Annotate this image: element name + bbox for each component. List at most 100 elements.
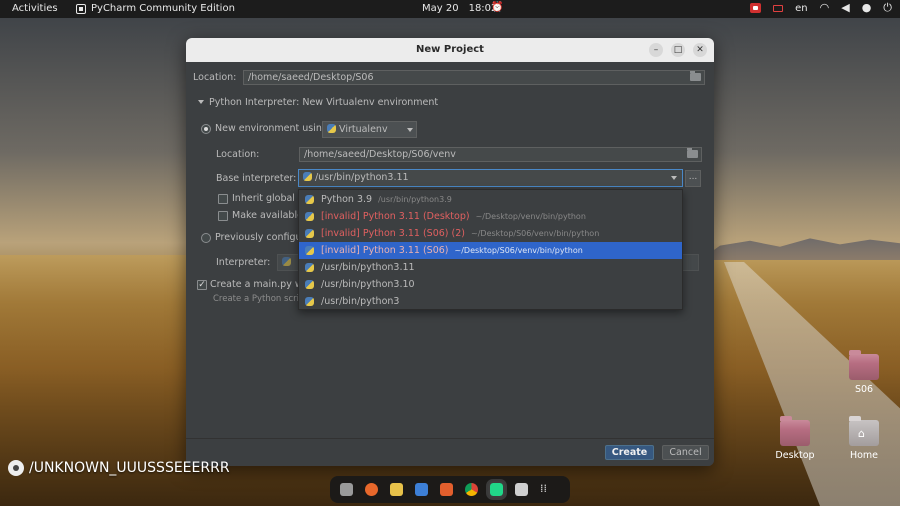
- venv-location-label: Location:: [216, 149, 260, 160]
- desktop-icon-label: S06: [854, 384, 874, 395]
- folder-icon: [780, 416, 810, 446]
- interpreter-option[interactable]: /usr/bin/python3.11: [299, 259, 682, 276]
- interpreter-label: Interpreter:: [216, 257, 271, 268]
- interpreter-option[interactable]: [invalid] Python 3.11 (Desktop) ~/Deskto…: [299, 208, 682, 225]
- interpreter-option[interactable]: Python 3.9 /usr/bin/python3.9: [299, 191, 682, 208]
- desktop-icon-home[interactable]: ⌂ Home: [834, 416, 894, 461]
- language-indicator[interactable]: en: [795, 3, 808, 14]
- close-button[interactable]: ✕: [693, 43, 707, 57]
- dialog-title: New Project: [416, 44, 484, 55]
- interpreter-option-selected[interactable]: [invalid] Python 3.11 (S06) ~/Desktop/S0…: [299, 242, 682, 259]
- create-main-label: Create a main.py we: [210, 279, 309, 290]
- inherit-packages-checkbox[interactable]: [218, 194, 228, 204]
- previously-configured-label: Previously configur: [215, 232, 306, 243]
- project-location-input[interactable]: /home/saeed/Desktop/S06: [243, 70, 705, 85]
- python-icon: [303, 172, 312, 181]
- camera-icon: [773, 4, 784, 12]
- desktop-icon-label: Home: [849, 450, 879, 461]
- make-available-checkbox[interactable]: [218, 211, 228, 221]
- chevron-down-icon: [407, 128, 413, 132]
- app-name: PyCharm Community Edition: [91, 3, 235, 14]
- clock-date: May 20: [422, 3, 459, 14]
- maximize-button[interactable]: □: [671, 43, 685, 57]
- trash-icon[interactable]: [515, 483, 528, 496]
- home-folder-icon: ⌂: [849, 416, 879, 446]
- film-reel-icon: [8, 460, 24, 476]
- chrome-icon[interactable]: [465, 483, 478, 496]
- interpreter-option-path: ~/Desktop/S06/venv/bin/python: [454, 246, 583, 255]
- wifi-icon: ◠: [819, 1, 830, 14]
- power-icon: ⏻: [883, 1, 892, 14]
- environment-tool-select[interactable]: Virtualenv: [322, 121, 417, 138]
- venv-location-input[interactable]: /home/saeed/Desktop/S06/venv: [299, 147, 702, 162]
- clock[interactable]: May 20 18:02: [422, 3, 497, 14]
- base-interpreter-label: Base interpreter:: [216, 173, 297, 184]
- desktop-icon-desktop[interactable]: Desktop: [765, 416, 825, 461]
- python-icon: [305, 263, 314, 272]
- software-store-icon[interactable]: [440, 483, 453, 496]
- interpreter-option-name: /usr/bin/python3.11: [321, 262, 415, 273]
- top-bar: Activities PyCharm Community Edition May…: [0, 0, 900, 18]
- minimize-button[interactable]: –: [649, 43, 663, 57]
- previously-configured-radio[interactable]: [201, 233, 211, 243]
- files-icon[interactable]: [340, 483, 353, 496]
- new-environment-label: New environment using: [215, 123, 328, 134]
- watermark: /UNKNOWN_UUUSSSEEERRR: [8, 460, 230, 476]
- watermark-text: /UNKNOWN_UUUSSSEEERRR: [29, 460, 230, 476]
- make-available-label: Make available: [232, 210, 303, 221]
- python-icon: [305, 229, 314, 238]
- interpreter-option[interactable]: /usr/bin/python3: [299, 293, 682, 310]
- activities-button[interactable]: Activities: [12, 3, 58, 14]
- create-main-hint: Create a Python script: [213, 294, 308, 304]
- interpreter-section-toggle[interactable]: Python Interpreter: New Virtualenv envir…: [209, 97, 438, 108]
- venv-location-value: /home/saeed/Desktop/S06/venv: [304, 149, 456, 160]
- new-environment-radio[interactable]: [201, 124, 211, 134]
- desktop-icon-s06[interactable]: S06: [834, 350, 894, 395]
- base-interpreter-select[interactable]: /usr/bin/python3.11: [298, 169, 683, 187]
- interpreter-dropdown-list: Python 3.9 /usr/bin/python3.9 [invalid] …: [298, 189, 683, 310]
- browse-folder-icon[interactable]: [690, 71, 701, 81]
- python-icon: [305, 212, 314, 221]
- chevron-down-icon: [671, 176, 677, 180]
- browse-folder-icon[interactable]: [687, 148, 698, 158]
- pycharm-icon[interactable]: [488, 481, 505, 498]
- create-main-checkbox[interactable]: ✓: [197, 280, 207, 290]
- python-icon: [282, 257, 291, 266]
- interpreter-option-path: ~/Desktop/S06/venv/bin/python: [471, 229, 600, 238]
- inherit-packages-label: Inherit global si: [232, 193, 306, 204]
- interpreter-option[interactable]: /usr/bin/python3.10: [299, 276, 682, 293]
- interpreter-option-name: [invalid] Python 3.11 (S06) (2): [321, 228, 465, 239]
- python-icon: [305, 195, 314, 204]
- notes-icon[interactable]: [390, 483, 403, 496]
- python-icon: [327, 124, 336, 133]
- firefox-icon[interactable]: [365, 483, 378, 496]
- expand-triangle-icon[interactable]: [198, 100, 204, 104]
- base-interpreter-value: /usr/bin/python3.11: [315, 172, 409, 183]
- system-tray[interactable]: en ◠ ◀ ● ⏻: [750, 2, 892, 14]
- browse-interpreter-button[interactable]: ...: [685, 170, 701, 187]
- dock: ⁞⁞: [330, 476, 570, 503]
- cancel-button[interactable]: Cancel: [662, 445, 709, 460]
- interpreter-option-name: [invalid] Python 3.11 (Desktop): [321, 211, 470, 222]
- interpreter-option-name: /usr/bin/python3: [321, 296, 400, 307]
- project-location-value: /home/saeed/Desktop/S06: [248, 72, 374, 83]
- interpreter-option-name: Python 3.9: [321, 194, 373, 205]
- app-grid-icon[interactable]: ⁞⁞: [540, 483, 553, 496]
- dialog-titlebar[interactable]: New Project: [186, 38, 714, 62]
- interpreter-option-name: /usr/bin/python3.10: [321, 279, 415, 290]
- microphone-icon: ●: [861, 1, 872, 14]
- screen-recorder-icon[interactable]: [750, 3, 762, 13]
- desktop-icon-label: Desktop: [775, 450, 815, 461]
- environment-tool-value: Virtualenv: [339, 124, 388, 135]
- interpreter-option[interactable]: [invalid] Python 3.11 (S06) (2) ~/Deskto…: [299, 225, 682, 242]
- app-menu[interactable]: PyCharm Community Edition: [76, 3, 235, 14]
- alarm-icon: ⏰: [491, 2, 504, 13]
- pycharm-icon: [76, 3, 86, 14]
- python-icon: [305, 246, 314, 255]
- python-icon: [305, 297, 314, 306]
- document-icon[interactable]: [415, 483, 428, 496]
- create-button[interactable]: Create: [605, 445, 654, 460]
- volume-icon: ◀: [841, 1, 850, 14]
- folder-icon: [849, 350, 879, 380]
- project-location-label: Location:: [193, 72, 237, 83]
